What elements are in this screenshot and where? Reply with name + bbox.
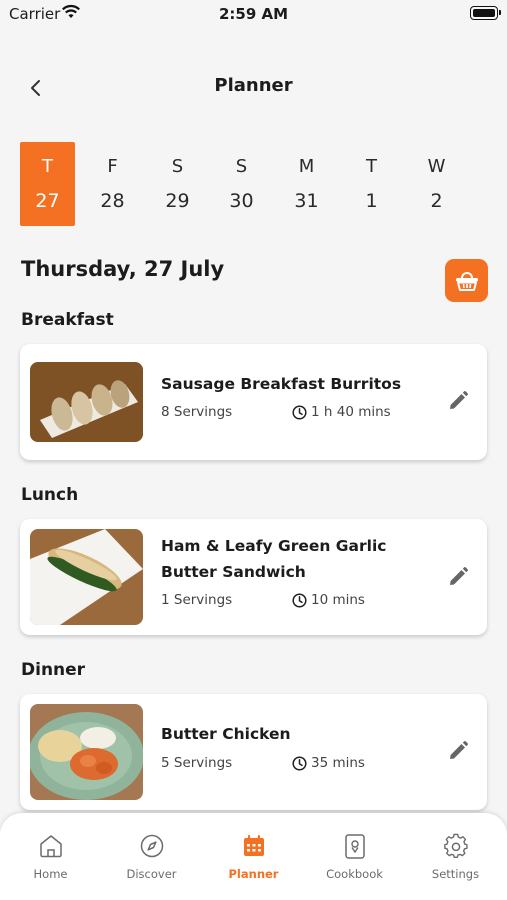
pencil-icon xyxy=(450,741,468,759)
day-4[interactable]: M 31 xyxy=(279,142,334,226)
day-weekday: M xyxy=(298,156,315,177)
pencil-icon xyxy=(450,567,468,585)
day-date: 1 xyxy=(365,190,378,212)
day-weekday: F xyxy=(107,156,118,177)
day-weekday: T xyxy=(42,156,53,177)
home-icon xyxy=(0,833,101,861)
meal-time: 10 mins xyxy=(292,592,365,608)
status-bar: Carrier 2:59 AM xyxy=(0,0,507,28)
meal-time-text: 1 h 40 mins xyxy=(311,404,391,420)
day-weekday: T xyxy=(366,156,377,177)
clock-icon xyxy=(292,592,307,608)
compass-icon xyxy=(101,833,202,861)
header: Planner xyxy=(0,64,507,108)
day-weekday: S xyxy=(235,156,248,177)
dinner-meal-card[interactable]: Butter Chicken 5 Servings 35 mins xyxy=(20,694,487,810)
meal-time: 1 h 40 mins xyxy=(292,404,391,420)
day-date: 28 xyxy=(100,190,125,212)
battery-icon xyxy=(470,6,501,20)
tab-bar: Home Discover Planner Cookbook Settings xyxy=(0,813,507,900)
day-5[interactable]: T 1 xyxy=(344,142,399,226)
day-6[interactable]: W 2 xyxy=(409,142,464,226)
tab-label: Cookbook xyxy=(326,867,383,881)
cookbook-icon xyxy=(304,833,405,861)
tab-label: Discover xyxy=(126,867,177,881)
edit-breakfast-button[interactable] xyxy=(445,388,471,414)
tab-settings[interactable]: Settings xyxy=(405,813,506,900)
day-3[interactable]: S 30 xyxy=(214,142,269,226)
day-date: 30 xyxy=(229,190,254,212)
clock-time: 2:59 AM xyxy=(218,5,289,23)
calendar-icon xyxy=(203,833,304,861)
breakfast-meal-card[interactable]: Sausage Breakfast Burritos 8 Servings 1 … xyxy=(20,344,487,460)
breakfast-label: Breakfast xyxy=(21,310,114,330)
day-date: 27 xyxy=(35,190,60,212)
meal-photo xyxy=(30,704,143,800)
meal-name: Butter Chicken xyxy=(161,725,291,743)
day-0[interactable]: T 27 xyxy=(20,142,75,226)
tab-label: Home xyxy=(33,867,68,881)
lunch-meal-card[interactable]: Ham & Leafy Green Garlic Butter Sandwich… xyxy=(20,519,487,635)
meal-servings: 5 Servings xyxy=(161,755,233,771)
tab-label: Planner xyxy=(228,867,279,881)
edit-lunch-button[interactable] xyxy=(445,564,471,590)
clock-icon xyxy=(292,404,307,420)
meal-servings: 1 Servings xyxy=(161,592,233,608)
day-date: 2 xyxy=(430,190,443,212)
meal-photo xyxy=(30,529,143,625)
meal-photo xyxy=(30,362,143,442)
meal-name: Ham & Leafy Green Garlic Butter Sandwich xyxy=(161,537,387,581)
day-2[interactable]: S 29 xyxy=(150,142,205,226)
shopping-basket-button[interactable] xyxy=(445,259,488,302)
day-weekday: S xyxy=(171,156,184,177)
tab-home[interactable]: Home xyxy=(0,813,101,900)
selected-date-heading: Thursday, 27 July xyxy=(21,257,225,281)
tab-cookbook[interactable]: Cookbook xyxy=(304,813,405,900)
shopping-basket-icon xyxy=(455,271,478,291)
date-strip: T 27 F 28 S 29 S 30 M 31 T 1 W 2 xyxy=(20,142,468,226)
day-1[interactable]: F 28 xyxy=(85,142,140,226)
gear-icon xyxy=(405,833,506,861)
meal-name: Sausage Breakfast Burritos xyxy=(161,375,402,393)
dinner-label: Dinner xyxy=(21,660,86,680)
meal-time-text: 35 mins xyxy=(311,755,365,771)
day-weekday: W xyxy=(427,156,446,177)
day-date: 31 xyxy=(294,190,319,212)
pencil-icon xyxy=(450,391,468,409)
tab-planner[interactable]: Planner xyxy=(203,813,304,900)
meal-time-text: 10 mins xyxy=(311,592,365,608)
day-date: 29 xyxy=(165,190,190,212)
edit-dinner-button[interactable] xyxy=(445,738,471,764)
meal-servings: 8 Servings xyxy=(161,404,233,420)
lunch-label: Lunch xyxy=(21,485,79,505)
clock-icon xyxy=(292,755,307,771)
page-title: Planner xyxy=(214,75,293,96)
meal-time: 35 mins xyxy=(292,755,365,771)
tab-label: Settings xyxy=(431,867,480,881)
tab-discover[interactable]: Discover xyxy=(101,813,202,900)
